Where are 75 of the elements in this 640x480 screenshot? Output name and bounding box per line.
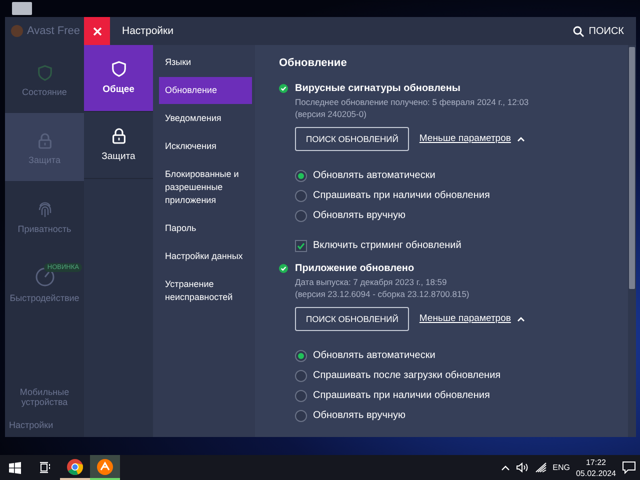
option-label: Включить стриминг обновлений [313,240,462,252]
radio-button[interactable] [295,370,307,382]
close-button[interactable] [84,17,110,45]
app-title: Avast Free [27,25,80,37]
notification-icon[interactable] [622,461,636,474]
search-button[interactable]: ПОИСК [568,24,628,38]
caret-icon [516,316,525,322]
radio-option[interactable]: Обновлять автоматически [295,348,628,363]
fewer-options-link[interactable]: Меньше параметров [419,133,525,144]
radio-button[interactable] [295,170,307,182]
nav-label: Быстродействие [10,293,80,303]
nav-label: Состояние [22,87,67,97]
submenu-item[interactable]: Настройки данных [159,243,252,270]
check-icon [297,242,305,250]
status-detail: Последнее обновление получено: 5 февраля 2024 г., 12:03 [295,97,530,109]
option-label: Обновлять вручную [313,410,406,422]
caret-icon [516,136,525,142]
status-title: Приложение обновлено [295,262,414,274]
submenu-item[interactable]: Пароль [159,215,252,242]
radio-button[interactable] [295,350,307,362]
taskbar-app[interactable] [90,455,120,480]
radio-option[interactable]: Спрашивать при наличии обновления [295,188,628,203]
close-icon [92,26,102,36]
task-view-icon [39,462,51,473]
lock-icon [112,128,126,144]
radio-button[interactable] [295,410,307,422]
fingerprint-icon [36,200,52,218]
language-indicator[interactable]: ENG [552,463,570,472]
option-label: Спрашивать при наличии обновления [313,390,490,402]
checkbox[interactable] [295,240,307,252]
option-label: Обновлять автоматически [313,350,436,362]
clock[interactable]: 17:22 05.02.2024 [576,458,616,478]
lock-icon [38,133,52,149]
windows-icon [9,462,21,474]
radio-button[interactable] [295,390,307,402]
submenu-item[interactable]: Обновление [159,77,252,104]
radio-option[interactable]: Спрашивать при наличии обновления [295,388,628,403]
shield-icon [38,65,52,81]
fewer-options-link[interactable]: Меньше параметров [419,313,525,324]
shield-icon [112,61,126,77]
scrollbar-thumb[interactable] [629,47,635,289]
browser-icon [67,458,83,474]
status-detail: (версия 240205-0) [295,108,368,121]
submenu-item[interactable]: Устранение неисправностей [159,271,252,312]
option-label: Спрашивать после загрузки обновления [313,370,501,382]
option-label: Спрашивать при наличии обновления [313,190,490,202]
status-detail: (версия 23.12.6094 - сборка 23.12.8700.815) [295,288,470,301]
checkbox-option[interactable]: Включить стриминг обновлений [295,238,628,253]
check-updates-button[interactable]: ПОИСК ОБНОВЛЕНИЙ [295,306,410,331]
category-tab[interactable]: Общее [84,45,153,112]
radio-option[interactable]: Обновлять вручную [295,208,628,223]
radio-option[interactable]: Обновлять автоматически [295,168,628,183]
chevron-up-icon[interactable] [500,464,510,470]
submenu-item[interactable]: Блокированные и разрешенные приложения [159,161,252,214]
status-title: Вирусные сигнатуры обновлены [295,83,460,94]
nav-label: Приватность [18,224,72,234]
radio-button[interactable] [295,190,307,202]
speaker-icon[interactable] [516,462,529,473]
category-label: Защита [102,151,136,162]
radio-button[interactable] [295,210,307,222]
category-label: Общее [102,84,134,95]
option-label: Обновлять вручную [313,210,406,222]
check-circle-icon [279,84,288,93]
radio-option[interactable]: Спрашивать после загрузки обновления [295,368,628,383]
check-circle-icon [279,264,288,273]
section-heading: Обновление [279,57,348,69]
submenu-item[interactable]: Исключения [159,133,252,160]
window-title: Настройки [122,25,174,37]
submenu-item[interactable]: Уведомления [159,105,252,132]
check-updates-button[interactable]: ПОИСК ОБНОВЛЕНИЙ [295,126,410,151]
radio-option[interactable]: Обновлять вручную [295,408,628,423]
submenu-item[interactable]: Языки [159,49,252,76]
option-label: Обновлять автоматически [313,170,436,182]
status-detail: Дата выпуска: 7 декабря 2023 г., 18:59 [295,276,448,289]
search-icon [572,26,584,36]
